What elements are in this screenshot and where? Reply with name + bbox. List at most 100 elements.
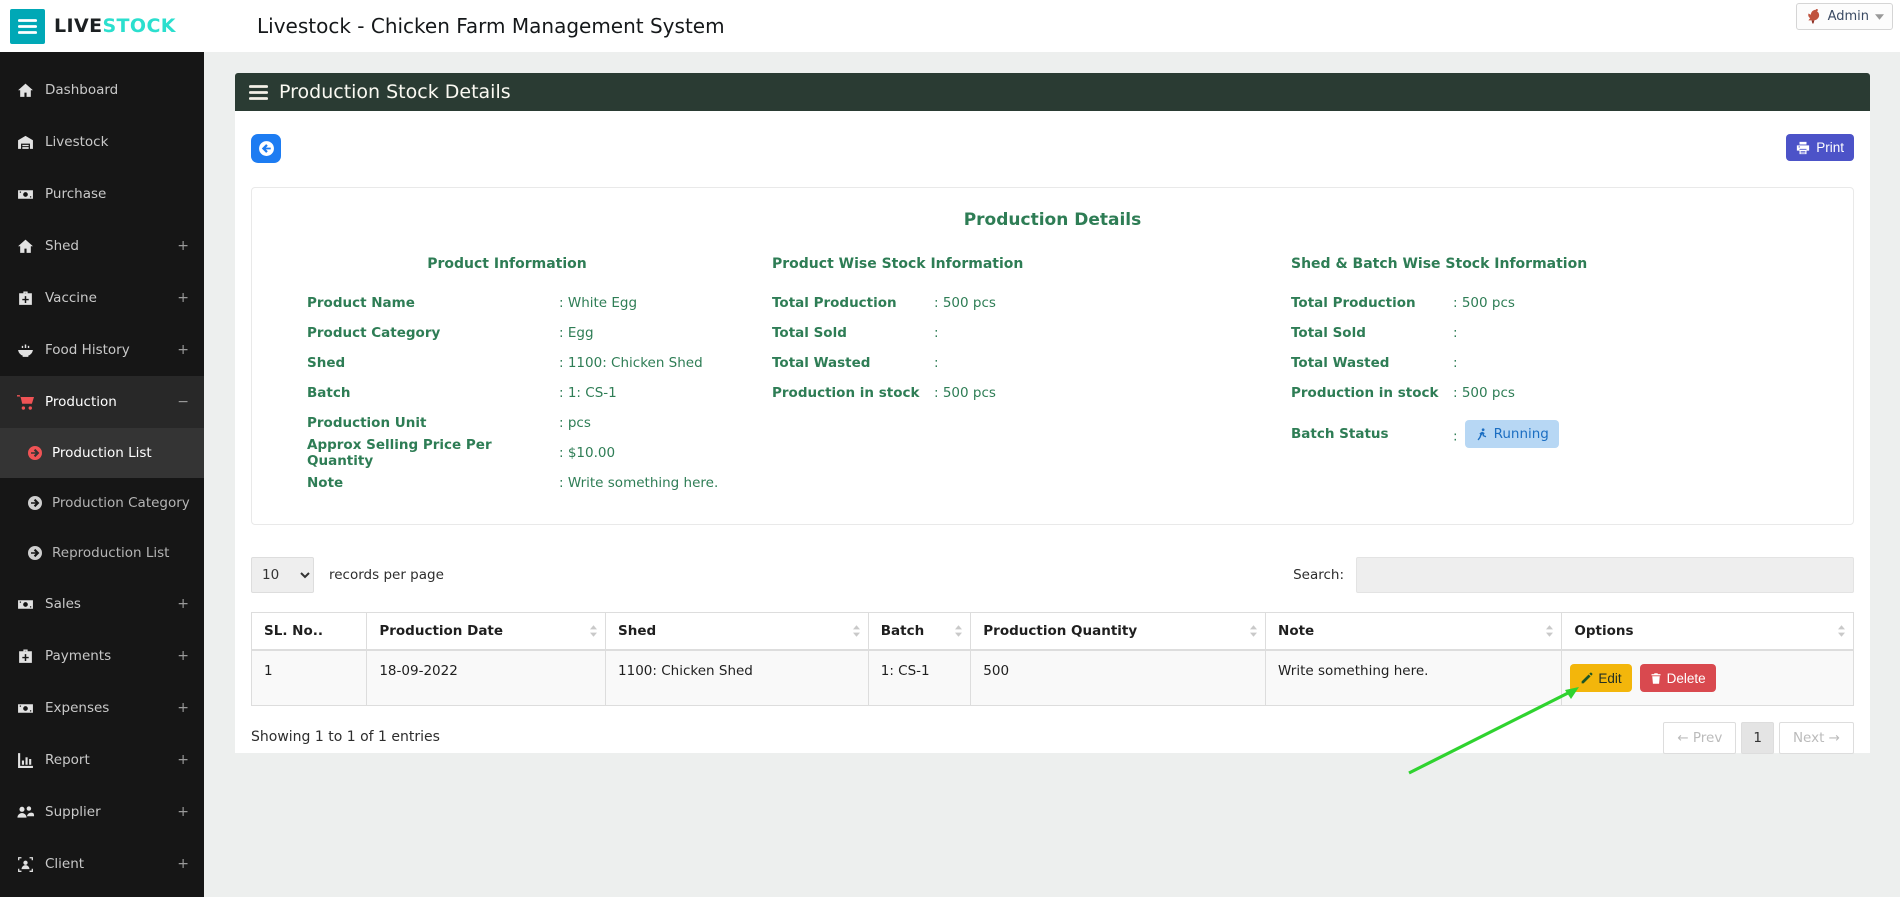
expand-plus-icon: +	[177, 648, 189, 664]
logo-stock: STOCK	[102, 15, 176, 37]
sort-icon	[1545, 624, 1554, 638]
pagination-next: Next →	[1778, 722, 1854, 754]
details-row-production-in-stock: Production in stock: 500 pcs	[1291, 378, 1811, 408]
search-input[interactable]	[1356, 557, 1854, 593]
print-button[interactable]: Print	[1786, 134, 1854, 161]
edit-button[interactable]: Edit	[1570, 664, 1632, 692]
pagination-1[interactable]: 1	[1741, 722, 1774, 754]
arrow-circle-icon	[27, 445, 43, 461]
print-button-label: Print	[1816, 140, 1844, 155]
cell-sl-no: 1	[250, 649, 368, 706]
details-row-total-sold: Total Sold:	[772, 318, 1291, 348]
column-header-label: Shed	[618, 623, 657, 639]
sidebar-subitem-label: Production List	[52, 445, 152, 461]
sidebar-item-label: Dashboard	[45, 82, 119, 98]
details-columns: Product Information Product Name : White E…	[252, 256, 1853, 498]
details-value: : 500 pcs	[934, 295, 996, 311]
sidebar-item-dashboard[interactable]: Dashboard	[0, 64, 204, 116]
details-label: Total Production	[772, 295, 897, 311]
details-row-batch: Batch: 1: CS-1	[307, 378, 772, 408]
column-header-production-date[interactable]: Production Date	[366, 612, 607, 651]
details-value: :	[934, 325, 939, 341]
logo-live: LIVE	[54, 15, 103, 37]
table-controls: 10 records per page Search:	[251, 557, 1854, 593]
pencil-icon	[1580, 671, 1593, 685]
sidebar-item-food-history[interactable]: Food History +	[0, 324, 204, 376]
column-header-note[interactable]: Note	[1265, 612, 1563, 651]
details-label: Production in stock	[772, 385, 920, 401]
details-section-heading: Product Information	[427, 256, 587, 272]
details-value: : Running	[1453, 420, 1559, 448]
arrow-circle-icon	[27, 545, 43, 561]
details-value: : White Egg	[559, 295, 638, 311]
menu-icon	[18, 19, 37, 34]
details-value: : Egg	[559, 325, 594, 341]
collapse-minus-icon: −	[177, 394, 189, 410]
admin-menu[interactable]: Admin	[1795, 3, 1893, 30]
farm-icon	[16, 134, 35, 151]
home-icon	[16, 82, 35, 99]
details-section-product-wise-stock-information: Product Wise Stock Information Total Prod…	[772, 256, 1291, 498]
edit-button-label: Edit	[1598, 670, 1622, 686]
details-value: : pcs	[559, 415, 591, 431]
delete-button[interactable]: Delete	[1639, 664, 1716, 692]
sort-icon	[954, 624, 963, 638]
cell-production-quantity: 500	[970, 649, 1267, 706]
panel-header: Production Stock Details	[235, 73, 1870, 111]
sort-icon	[589, 624, 598, 638]
sidebar-item-purchase[interactable]: Purchase	[0, 168, 204, 220]
trash-icon	[1650, 672, 1662, 685]
sidebar-subitem-reproduction-list[interactable]: Reproduction List	[0, 528, 204, 578]
sort-icon	[1837, 624, 1846, 638]
expand-plus-icon: +	[177, 856, 189, 872]
table-header-row: SL. No.. Production Date Shed Batch Producti…	[250, 612, 1854, 651]
sidebar-item-payments[interactable]: Payments +	[0, 630, 204, 682]
details-value: : 500 pcs	[1453, 385, 1515, 401]
admin-menu-label: Admin	[1827, 9, 1869, 24]
sidebar-item-production[interactable]: Production −	[0, 376, 204, 428]
sidebar-item-livestock[interactable]: Livestock	[0, 116, 204, 168]
details-value: :	[1453, 355, 1458, 371]
details-label: Shed	[307, 355, 346, 371]
sidebar-item-vaccine[interactable]: Vaccine +	[0, 272, 204, 324]
topbar: LIVESTOCK Livestock - Chicken Farm Manag…	[0, 0, 1900, 52]
column-header-label: Options	[1574, 623, 1634, 639]
records-per-page-select[interactable]: 10	[251, 557, 314, 593]
sidebar-item-report[interactable]: Report +	[0, 734, 204, 786]
expand-plus-icon: +	[177, 752, 189, 768]
sidebar-item-shed[interactable]: Shed +	[0, 220, 204, 272]
details-value: : 500 pcs	[934, 385, 996, 401]
back-button[interactable]	[251, 134, 281, 163]
sidebar-item-sales[interactable]: Sales +	[0, 578, 204, 630]
sidebar-item-label: Shed	[45, 238, 80, 254]
sidebar-item-label: Report	[45, 752, 90, 768]
details-section-heading: Product Wise Stock Information	[772, 256, 1024, 272]
column-header-options[interactable]: Options	[1561, 612, 1854, 651]
details-row-production-unit: Production Unit: pcs	[307, 408, 772, 438]
details-row-total-wasted: Total Wasted:	[772, 348, 1291, 378]
table-row: 1 18-09-2022 1100: Chicken Shed 1: CS-1 500 W…	[250, 649, 1854, 706]
details-row-production-in-stock: Production in stock : 500 pcs	[772, 378, 1291, 408]
sidebar-toggle-button[interactable]	[10, 9, 45, 44]
sidebar-item-label: Food History	[45, 342, 130, 358]
rooster-icon	[1805, 8, 1822, 25]
sidebar-subitem-production-list[interactable]: Production List	[0, 428, 204, 478]
column-header-shed[interactable]: Shed	[605, 612, 869, 651]
sidebar-subitem-label: Reproduction List	[52, 545, 170, 561]
sidebar-item-client[interactable]: Client +	[0, 838, 204, 890]
cell-production-date: 18-09-2022	[366, 649, 607, 706]
sidebar-subitem-production-category[interactable]: Production Category	[0, 478, 204, 528]
sort-icon	[852, 624, 861, 638]
sidebar-item-label: Vaccine	[45, 290, 97, 306]
details-row-batch-status: Batch Status: Running	[1291, 420, 1811, 448]
column-header-production-quantity[interactable]: Production Quantity	[970, 612, 1267, 651]
sidebar-item-expenses[interactable]: Expenses +	[0, 682, 204, 734]
details-label: Product Name	[307, 295, 415, 311]
sidebar-item-label: Purchase	[45, 186, 107, 202]
column-header-batch[interactable]: Batch	[867, 612, 972, 651]
details-value: : $10.00	[559, 445, 616, 461]
details-section-product-information: Product Information Product Name : White E…	[307, 256, 772, 498]
details-row-total-production: Total Production : 500 pcs	[772, 288, 1291, 318]
sidebar-item-supplier[interactable]: Supplier +	[0, 786, 204, 838]
details-row-product-name: Product Name : White Egg	[307, 288, 772, 318]
